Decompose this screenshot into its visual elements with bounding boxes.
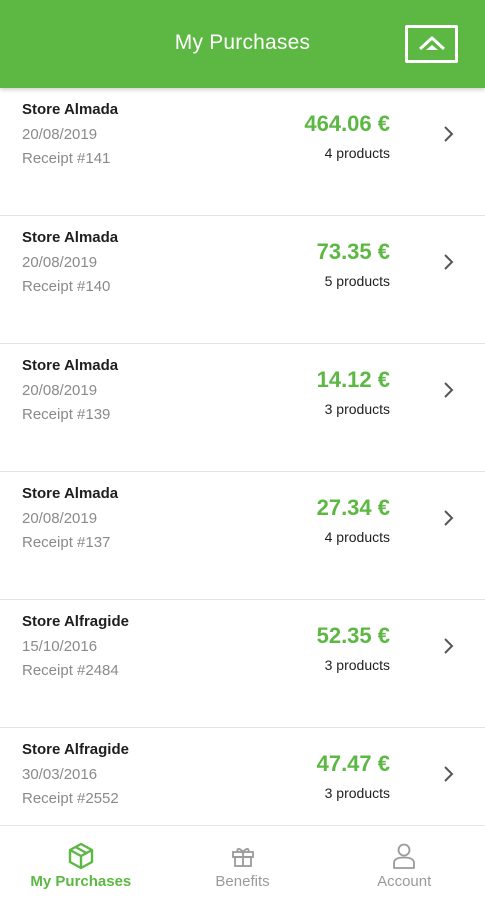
purchase-date: 30/03/2016 <box>22 766 98 783</box>
product-count: 3 products <box>324 401 390 417</box>
tab-benefits[interactable]: Benefits <box>162 826 324 900</box>
purchase-date: 20/08/2019 <box>22 382 98 399</box>
purchases-list: Store Almada 20/08/2019 Receipt #141 464… <box>0 88 485 825</box>
tab-account[interactable]: Account <box>323 826 485 900</box>
purchase-date: 20/08/2019 <box>22 510 98 527</box>
purchase-date: 15/10/2016 <box>22 638 98 655</box>
purchase-row[interactable]: Store Almada 20/08/2019 Receipt #141 464… <box>0 88 485 216</box>
store-name: Store Alfragide <box>22 613 129 630</box>
purchase-total: 52.35 € <box>316 623 390 648</box>
gift-icon <box>230 841 256 871</box>
chevron-right-icon <box>440 253 456 271</box>
store-name: Store Almada <box>22 357 119 374</box>
purchase-row[interactable]: Store Alfragide 15/10/2016 Receipt #2484… <box>0 600 485 728</box>
purchase-date: 20/08/2019 <box>22 254 98 271</box>
store-name: Store Almada <box>22 229 119 246</box>
receipt-number: Receipt #2484 <box>22 662 119 679</box>
purchase-total: 73.35 € <box>316 239 390 264</box>
store-name: Store Almada <box>22 101 119 118</box>
store-name: Store Almada <box>22 485 119 502</box>
purchase-row[interactable]: Store Almada 20/08/2019 Receipt #137 27.… <box>0 472 485 600</box>
chevron-right-icon <box>440 509 456 527</box>
purchase-total: 47.47 € <box>316 751 390 776</box>
purchase-total: 27.34 € <box>316 495 390 520</box>
chevron-right-icon <box>440 765 456 783</box>
store-name: Store Alfragide <box>22 741 129 758</box>
receipt-number: Receipt #2552 <box>22 790 119 807</box>
product-count: 5 products <box>324 273 390 289</box>
app-header: My Purchases <box>0 0 485 88</box>
receipt-number: Receipt #140 <box>22 278 111 295</box>
purchase-date: 20/08/2019 <box>22 126 98 143</box>
tab-label: Benefits <box>215 873 270 890</box>
tab-my-purchases[interactable]: My Purchases <box>0 826 162 900</box>
receipt-number: Receipt #137 <box>22 534 111 551</box>
user-icon <box>391 841 417 871</box>
house-up-arrow-icon[interactable] <box>405 25 458 63</box>
bottom-tab-bar: My Purchases Benefits Account <box>0 825 485 900</box>
tab-label: Account <box>377 873 432 890</box>
receipt-number: Receipt #139 <box>22 406 111 423</box>
tab-label: My Purchases <box>30 873 132 890</box>
purchase-row[interactable]: Store Almada 20/08/2019 Receipt #139 14.… <box>0 344 485 472</box>
purchase-row[interactable]: Store Almada 20/08/2019 Receipt #140 73.… <box>0 216 485 344</box>
purchase-total: 14.12 € <box>316 367 390 392</box>
product-count: 3 products <box>324 657 390 673</box>
product-count: 3 products <box>324 785 390 801</box>
product-count: 4 products <box>324 145 390 161</box>
purchase-total: 464.06 € <box>304 111 390 136</box>
receipt-number: Receipt #141 <box>22 150 111 167</box>
chevron-right-icon <box>440 381 456 399</box>
product-count: 4 products <box>324 529 390 545</box>
chevron-right-icon <box>440 637 456 655</box>
chevron-right-icon <box>440 125 456 143</box>
purchase-row[interactable]: Store Alfragide 30/03/2016 Receipt #2552… <box>0 728 485 825</box>
box-icon <box>66 841 96 871</box>
